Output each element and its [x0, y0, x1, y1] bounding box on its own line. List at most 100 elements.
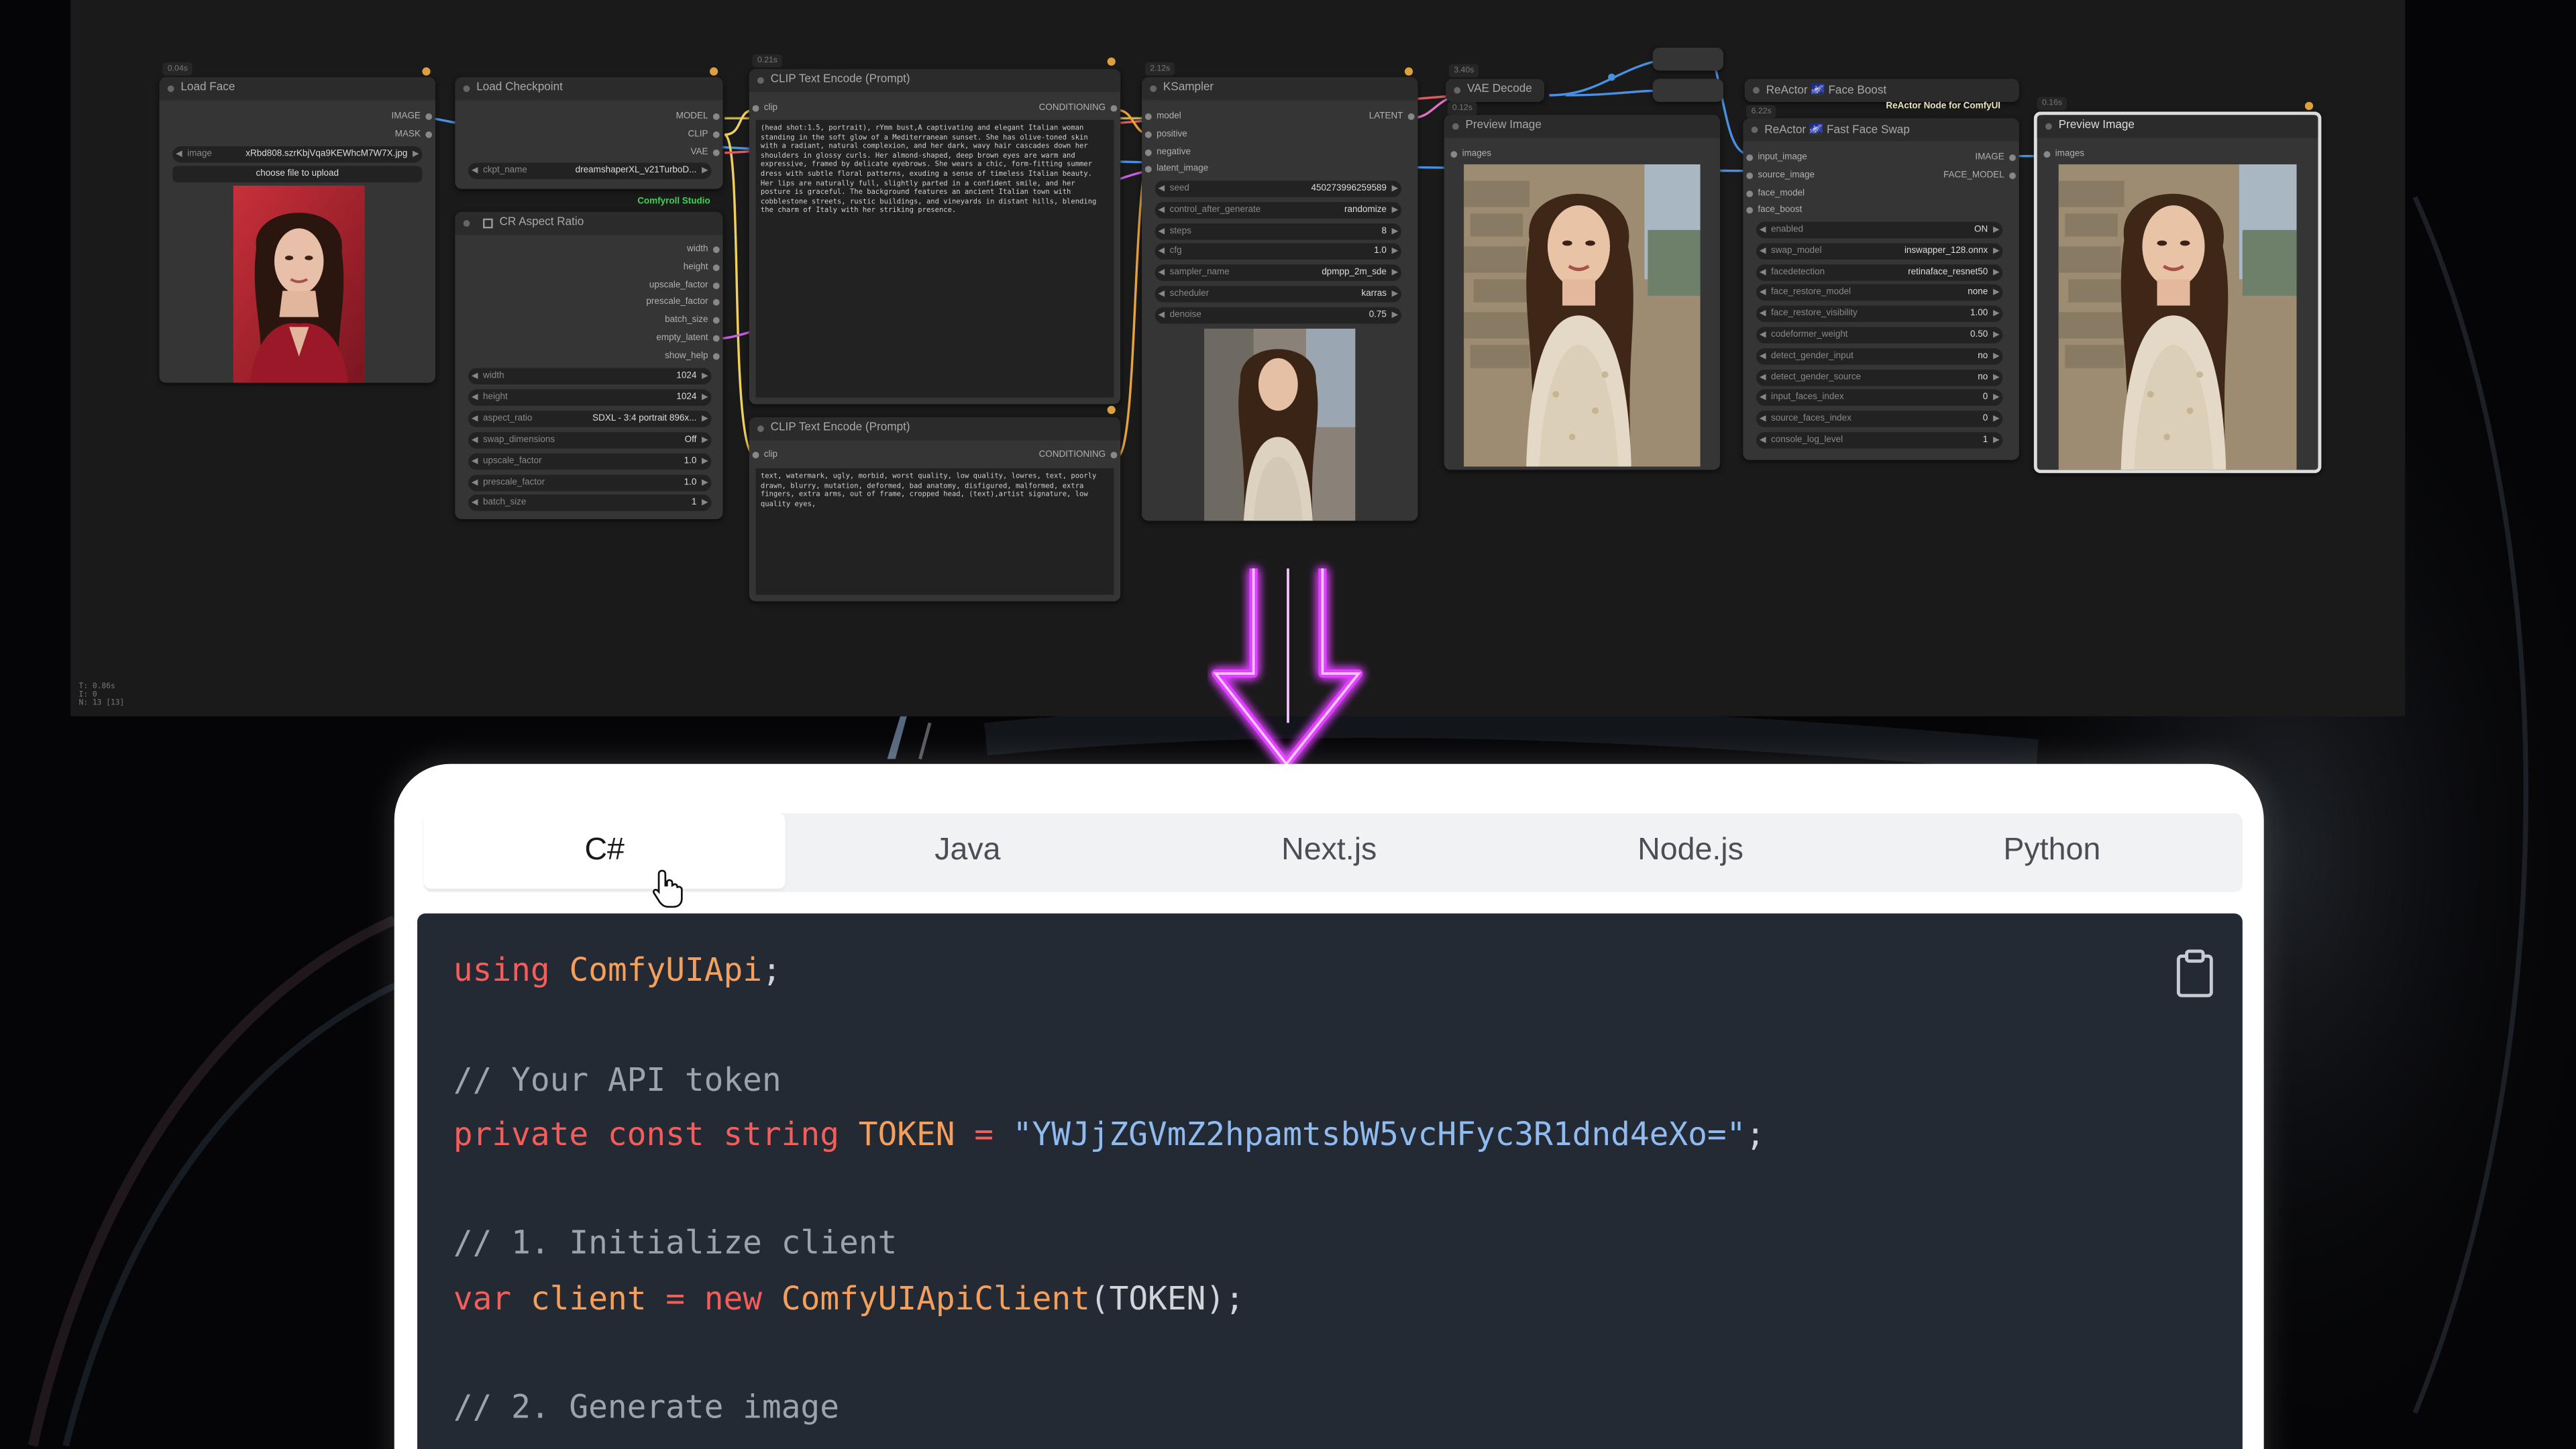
node-title[interactable]: Preview Image — [1444, 115, 1721, 138]
widget-swap-model[interactable]: swap_model inswapper_128.onnx — [1756, 242, 2003, 260]
upload-button[interactable]: choose file to upload — [172, 166, 423, 182]
widget-cfg[interactable]: cfg 1.0 — [1155, 244, 1401, 260]
widget-codeformer-weight[interactable]: codeformer_weight 0.50 — [1756, 327, 2003, 343]
negative-prompt-textarea[interactable]: text, watermark, ugly, morbid, worst qua… — [755, 468, 1114, 595]
vae-decode-node[interactable]: 3.40s VAE Decode — [1446, 64, 1545, 102]
widget-steps[interactable]: steps 8 — [1155, 223, 1401, 239]
node-checkbox[interactable] — [483, 218, 493, 229]
tab-nodejs[interactable]: Node.js — [1510, 813, 1872, 889]
input-face-boost[interactable]: face_boost — [1746, 205, 1878, 218]
input-images[interactable]: images — [2043, 148, 2143, 161]
node-title[interactable]: Load Face — [159, 77, 435, 101]
stat-line: I: 0 — [78, 692, 97, 700]
output-clip[interactable]: CLIP — [588, 128, 720, 142]
input-negative[interactable]: negative — [1144, 146, 1277, 159]
clip-text-encode-negative-node[interactable]: CLIP Text Encode (Prompt) clip CONDITION… — [749, 405, 1121, 602]
output-height[interactable]: height — [572, 261, 720, 274]
tab-python[interactable]: Python — [1871, 813, 2233, 889]
execution-time-badge: 2.12s — [1144, 62, 1175, 76]
output-image[interactable]: IMAGE — [301, 110, 433, 123]
widget-denoise[interactable]: denoise 0.75 — [1155, 307, 1401, 323]
node-title[interactable]: VAE Decode — [1446, 78, 1545, 102]
widget-label: facedetection — [1771, 267, 1825, 277]
cr-aspect-ratio-node[interactable]: CR Aspect Ratio width height upscale_facto… — [455, 211, 723, 519]
positive-prompt-textarea[interactable]: (head shot:1.5, portrait), rYmm bust,A c… — [755, 119, 1114, 398]
widget-aspect-ratio[interactable]: aspect_ratio SDXL - 3:4 portrait 896x... — [468, 410, 712, 427]
widget-facedetection[interactable]: facedetection retinaface_resnet50 — [1756, 264, 2003, 280]
widget-source-faces-index[interactable]: source_faces_index 0 — [1756, 411, 2003, 428]
output-batch-size[interactable]: batch_size — [572, 314, 720, 327]
output-model[interactable]: MODEL — [588, 110, 720, 123]
output-conditioning[interactable]: CONDITIONING — [969, 102, 1118, 115]
reactor-face-boost-node[interactable]: ReActor 🌌 Face Boost — [1744, 78, 2019, 102]
widget-label: aspect_ratio — [483, 413, 533, 424]
widget-detect-gender-input[interactable]: detect_gender_input no — [1756, 347, 2003, 365]
clipboard-icon[interactable] — [2175, 949, 2214, 999]
output-upscale-factor[interactable]: upscale_factor — [572, 278, 720, 292]
reroute-node-1[interactable] — [1652, 48, 1723, 71]
widget-upscale-factor[interactable]: upscale_factor 1.0 — [468, 452, 712, 470]
widget-face-restore-model[interactable]: face_restore_model none — [1756, 284, 2003, 302]
node-title[interactable]: ReActor 🌌 Face Boost — [1744, 78, 2019, 102]
widget-console-log-level[interactable]: console_log_level 1 — [1756, 432, 2003, 449]
output-latent[interactable]: LATENT — [1283, 110, 1415, 123]
load-face-node[interactable]: 0.04s Load Face IMAGE MASK image xRbd808… — [159, 62, 435, 383]
input-clip[interactable]: clip — [752, 449, 851, 462]
widget-detect-gender-source[interactable]: detect_gender_source no — [1756, 369, 2003, 386]
output-face-model[interactable]: FACE_MODEL — [1900, 169, 2016, 182]
node-title[interactable]: ReActor 🌌 Fast Face Swap — [1743, 118, 2019, 142]
node-title[interactable]: Preview Image — [2037, 115, 2318, 138]
node-title[interactable]: CLIP Text Encode (Prompt) — [749, 68, 1121, 93]
input-clip[interactable]: clip — [752, 102, 851, 115]
preview-image-node-2[interactable]: 0.16s Preview Image images — [2033, 97, 2322, 474]
widget-prescale-factor[interactable]: prescale_factor 1.0 — [468, 474, 712, 491]
preview-image-node-1[interactable]: 0.12s Preview Image images — [1444, 101, 1721, 470]
input-images[interactable]: images — [1450, 148, 1549, 161]
reroute-node-2[interactable] — [1652, 78, 1723, 102]
input-positive[interactable]: positive — [1144, 128, 1277, 142]
output-image[interactable]: IMAGE — [1900, 151, 2016, 164]
output-width[interactable]: width — [572, 243, 720, 256]
input-latent-image[interactable]: latent_image — [1144, 163, 1277, 176]
widget-height[interactable]: height 1024 — [468, 389, 712, 406]
screenshot-root: 0.04s Load Face IMAGE MASK image xRbd808… — [0, 0, 2576, 1449]
code-block[interactable]: using ComfyUIApi; // Your API token priva… — [417, 913, 2243, 1449]
node-title[interactable]: KSampler — [1142, 77, 1418, 101]
input-source-image[interactable]: source_image — [1746, 169, 1878, 182]
input-face-model[interactable]: face_model — [1746, 186, 1878, 200]
widget-input-faces-index[interactable]: input_faces_index 0 — [1756, 390, 2003, 407]
load-checkpoint-node[interactable]: Load Checkpoint MODEL CLIP VAE ckpt_name… — [455, 67, 723, 189]
ksampler-node[interactable]: 2.12s KSampler model positive negative late… — [1142, 62, 1418, 521]
node-title[interactable]: CR Aspect Ratio — [455, 211, 723, 235]
api-code-panel: C# Java Next.js Node.js Python using Com… — [394, 763, 2264, 1449]
widget-label: input_faces_index — [1771, 393, 1844, 403]
face-photo — [233, 185, 365, 383]
widget-face-restore-visibility[interactable]: face_restore_visibility 1.00 — [1756, 305, 2003, 323]
tab-csharp[interactable]: C# — [423, 813, 786, 889]
widget-width[interactable]: width 1024 — [468, 368, 712, 385]
output-conditioning[interactable]: CONDITIONING — [969, 449, 1118, 462]
widget-batch-size[interactable]: batch_size 1 — [468, 495, 712, 512]
clip-text-encode-positive-node[interactable]: 0.21s CLIP Text Encode (Prompt) clip CON… — [749, 54, 1121, 405]
input-model[interactable]: model — [1144, 110, 1277, 123]
tab-nextjs[interactable]: Next.js — [1148, 813, 1510, 889]
widget-scheduler[interactable]: scheduler karras — [1155, 286, 1401, 303]
widget-label: cfg — [1169, 247, 1182, 257]
widget-control-after-generate[interactable]: control_after_generate randomize — [1155, 201, 1401, 219]
widget-enabled[interactable]: enabled ON — [1756, 221, 2003, 239]
output-show-help[interactable]: show_help — [572, 350, 720, 363]
output-mask[interactable]: MASK — [301, 128, 433, 142]
tab-java[interactable]: Java — [787, 813, 1148, 889]
widget-sampler-name[interactable]: sampler_name dpmpp_2m_sde — [1155, 264, 1401, 282]
output-empty-latent[interactable]: empty_latent — [572, 332, 720, 345]
output-vae[interactable]: VAE — [588, 146, 720, 160]
widget-seed[interactable]: seed 450273996259589 — [1155, 180, 1401, 197]
reactor-fast-face-swap-node[interactable]: 6.22s ReActor 🌌 Fast Face Swap input_ima… — [1743, 105, 2019, 460]
image-select-widget[interactable]: image xRbd808.szrKbjVqa9KEWhcM7W7X.jpg — [172, 146, 423, 163]
node-title[interactable]: CLIP Text Encode (Prompt) — [749, 417, 1121, 441]
output-prescale-factor[interactable]: prescale_factor — [572, 297, 720, 310]
widget-swap-dimensions[interactable]: swap_dimensions Off — [468, 431, 712, 448]
node-title[interactable]: Load Checkpoint — [455, 77, 723, 101]
input-input-image[interactable]: input_image — [1746, 151, 1878, 164]
ckpt-name-widget[interactable]: ckpt_name dreamshaperXL_v21TurboD... — [468, 162, 712, 179]
